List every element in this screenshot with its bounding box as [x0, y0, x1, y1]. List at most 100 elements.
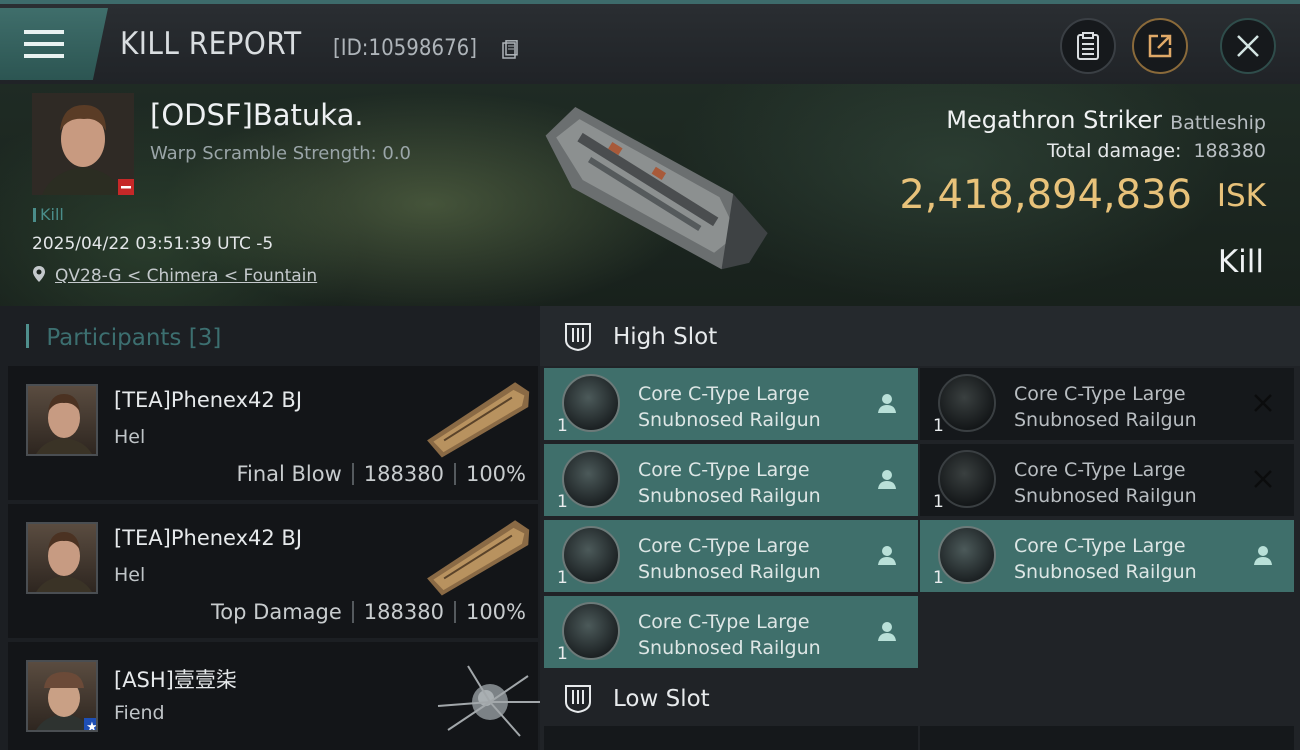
destroyed-x-icon: [1254, 394, 1272, 412]
isk-unit: ISK: [1216, 178, 1266, 214]
location-pin-icon: [33, 266, 45, 282]
railgun-icon: [938, 450, 996, 508]
ship-class: Battleship: [1170, 112, 1266, 134]
railgun-icon: [562, 602, 620, 660]
participant-row[interactable]: [TEA]Phenex42 BJ Hel Final Blow 188380 1…: [8, 366, 538, 500]
module-quantity: 1: [557, 416, 568, 436]
participant-avatar: ★: [26, 660, 98, 732]
isk-value: 2,418,894,836: [899, 172, 1192, 218]
participant-ship: Hel: [114, 426, 146, 448]
module-quantity: 1: [933, 416, 944, 436]
module-slot[interactable]: 1 Core C-Type Large Snubnosed Railgun: [544, 444, 918, 516]
participant-tag: Final Blow: [236, 462, 342, 486]
participant-ship: Fiend: [114, 702, 165, 724]
divider: [453, 601, 456, 623]
participant-ship-image: [437, 665, 542, 737]
header-bar: KILL REPORT [ID:10598676]: [0, 0, 1300, 84]
module-name: Core C-Type Large Snubnosed Railgun: [638, 611, 821, 659]
copy-icon[interactable]: [502, 40, 518, 60]
module-slot[interactable]: 1 Core C-Type Large Snubnosed Railgun: [920, 368, 1294, 440]
svg-text:★: ★: [86, 720, 98, 732]
module-name: Core C-Type Large Snubnosed Railgun: [638, 535, 821, 583]
participant-ship-image: [427, 382, 530, 458]
railgun-icon: [938, 526, 996, 584]
total-damage-label: Total damage:: [1047, 140, 1182, 162]
participant-stats: Final Blow 188380 100%: [236, 462, 526, 486]
low-slot-icon: [565, 685, 591, 714]
total-damage: Total damage: 188380: [1047, 140, 1266, 162]
participant-row[interactable]: ★ [ASH]壹壹柒 Fiend: [8, 642, 542, 750]
divider: [453, 463, 456, 485]
divider: [351, 601, 354, 623]
module-slot-partial[interactable]: [544, 726, 918, 750]
module-quantity: 1: [557, 644, 568, 664]
fitted-person-icon: [878, 622, 896, 641]
share-icon: [1148, 34, 1172, 58]
divider: [351, 463, 354, 485]
participant-avatar: [26, 522, 98, 594]
high-slot-icon: [565, 323, 591, 352]
close-icon: [1237, 35, 1259, 57]
participant-percent: 100%: [465, 600, 526, 624]
participant-damage: 188380: [363, 600, 444, 624]
participant-row[interactable]: [TEA]Phenex42 BJ Hel Top Damage 188380 1…: [8, 504, 538, 638]
railgun-icon: [938, 374, 996, 432]
total-damage-value: 188380: [1193, 140, 1266, 162]
module-name: Core C-Type Large Snubnosed Railgun: [638, 459, 821, 507]
module-name: Core C-Type Large Snubnosed Railgun: [1014, 383, 1197, 431]
fitting-panel: High Slot 1 Core C-Type Large Snubnosed R…: [540, 306, 1300, 750]
victim-ship-image[interactable]: [520, 90, 780, 300]
module-quantity: 1: [933, 568, 944, 588]
module-slot[interactable]: 1 Core C-Type Large Snubnosed Railgun: [920, 444, 1294, 516]
module-quantity: 1: [557, 492, 568, 512]
module-slot-partial[interactable]: [920, 726, 1294, 750]
module-quantity: 1: [933, 492, 944, 512]
menu-button[interactable]: [0, 8, 108, 80]
fitted-person-icon: [878, 394, 896, 413]
result-label: Kill: [1217, 244, 1264, 280]
kill-timestamp: 2025/04/22 03:51:39 UTC -5: [32, 234, 274, 254]
participant-ship-image: [427, 520, 530, 596]
participant-ship: Hel: [114, 564, 146, 586]
fitted-person-icon: [878, 470, 896, 489]
warp-scramble-strength: Warp Scramble Strength: 0.0: [150, 143, 412, 164]
location-link[interactable]: QV28-G < Chimera < Fountain: [55, 266, 317, 286]
victim-name[interactable]: [ODSF]Batuka.: [150, 98, 364, 132]
high-slot-label: High Slot: [613, 324, 718, 350]
participant-percent: 100%: [465, 462, 526, 486]
page-title: KILL REPORT: [120, 26, 302, 62]
participant-tag: Top Damage: [211, 600, 342, 624]
participant-name[interactable]: [TEA]Phenex42 BJ: [114, 526, 302, 550]
participants-panel: Participants [3] [TEA]Phenex42 BJ Hel Fi…: [0, 306, 542, 750]
railgun-icon: [562, 374, 620, 432]
participant-damage: 188380: [363, 462, 444, 486]
module-slot[interactable]: 1 Core C-Type Large Snubnosed Railgun: [544, 596, 918, 668]
report-id: [ID:10598676]: [333, 36, 477, 61]
module-name: Core C-Type Large Snubnosed Railgun: [638, 383, 821, 431]
railgun-icon: [562, 526, 620, 584]
victim-portrait[interactable]: [32, 93, 134, 195]
module-quantity: 1: [557, 568, 568, 588]
participant-name[interactable]: [TEA]Phenex42 BJ: [114, 388, 302, 412]
high-slot-header: High Slot: [540, 306, 1300, 366]
participant-name[interactable]: [ASH]壹壹柒: [114, 664, 237, 694]
module-name: Core C-Type Large Snubnosed Railgun: [1014, 459, 1197, 507]
participants-label: Participants: [46, 325, 182, 351]
destroyed-x-icon: [1254, 470, 1272, 488]
clipboard-icon: [1077, 32, 1099, 60]
low-slot-header: Low Slot: [540, 668, 1300, 728]
module-slot[interactable]: 1 Core C-Type Large Snubnosed Railgun: [920, 520, 1294, 592]
kill-summary-panel: [ODSF]Batuka. Warp Scramble Strength: 0.…: [0, 84, 1300, 306]
railgun-icon: [562, 450, 620, 508]
module-slot[interactable]: 1 Core C-Type Large Snubnosed Railgun: [544, 368, 918, 440]
ship-name[interactable]: Megathron Striker: [946, 106, 1162, 134]
participants-count: [3]: [188, 325, 222, 351]
share-button[interactable]: [1132, 18, 1188, 74]
participant-stats: Top Damage 188380 100%: [211, 600, 526, 624]
clipboard-button[interactable]: [1060, 18, 1116, 74]
module-slot[interactable]: 1 Core C-Type Large Snubnosed Railgun: [544, 520, 918, 592]
close-button[interactable]: [1220, 18, 1276, 74]
fitted-person-icon: [1254, 546, 1272, 565]
victim-avatar: [32, 93, 134, 195]
fitted-person-icon: [878, 546, 896, 565]
